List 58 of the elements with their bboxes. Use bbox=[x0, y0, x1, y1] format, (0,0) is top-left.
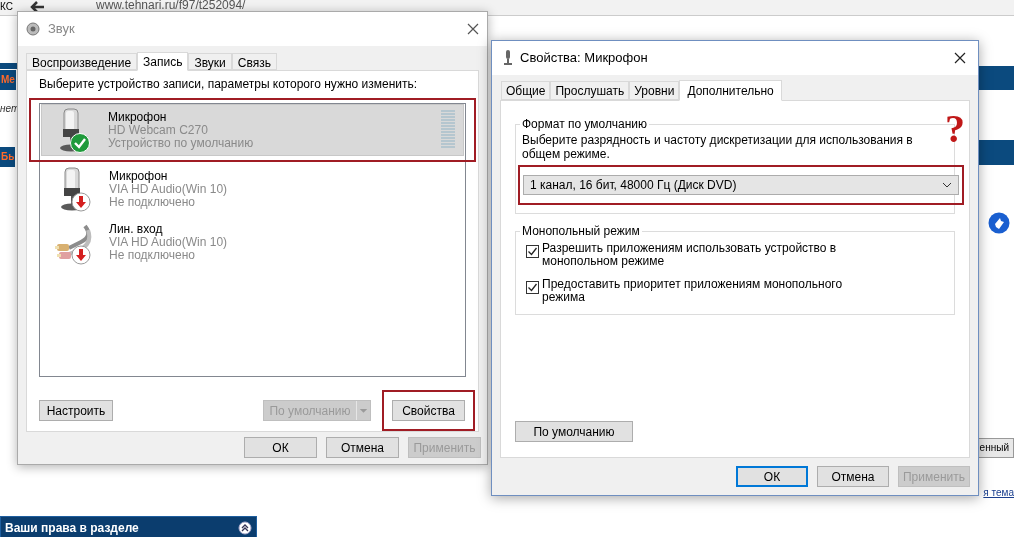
page-text-fragment: Бь bbox=[0, 147, 16, 167]
device-name: Лин. вход bbox=[109, 222, 163, 236]
cable-plug-icon bbox=[55, 222, 93, 262]
dialog-button[interactable]: ОК bbox=[244, 437, 317, 458]
checkbox-label: Предоставить приоритет приложениям монопольного режима bbox=[542, 278, 844, 304]
chevron-down-icon bbox=[942, 182, 952, 188]
device-row[interactable]: Лин. вход VIA HD Audio(Win 10) Не подключено bbox=[43, 216, 462, 268]
close-icon[interactable] bbox=[467, 23, 479, 35]
device-name: Микрофон bbox=[109, 169, 169, 183]
instruction-text: Выберите устройство записи, параметры которого нужно изменить: bbox=[39, 76, 419, 93]
checkbox[interactable] bbox=[526, 281, 539, 294]
speaker-icon bbox=[26, 22, 40, 36]
device-status: Устройство по умолчанию bbox=[108, 136, 255, 150]
page-header-bar bbox=[0, 63, 17, 69]
device-status: Не подключено bbox=[109, 248, 195, 262]
page-text-fragment: Ме bbox=[0, 70, 16, 90]
address-url[interactable]: www.tehnari.ru/f97/t252094/ bbox=[96, 0, 246, 11]
device-row[interactable]: Микрофон VIA HD Audio(Win 10) Не подключено bbox=[43, 163, 462, 215]
tab[interactable]: Общие bbox=[501, 81, 551, 100]
tab[interactable]: Звуки bbox=[188, 53, 232, 70]
group-title: Монопольный режим bbox=[521, 223, 641, 240]
tab[interactable]: Уровни bbox=[629, 81, 680, 100]
checkbox-label: Разрешить приложениям использовать устройство в монопольном режиме bbox=[542, 242, 838, 268]
microphone-icon bbox=[504, 50, 512, 66]
panel-title: Ваши права в разделе bbox=[5, 520, 139, 537]
page-text-fragment[interactable]: я тема bbox=[983, 484, 1014, 504]
tab[interactable]: Запись bbox=[137, 52, 189, 71]
group-title: Формат по умолчанию bbox=[521, 116, 648, 133]
tab[interactable]: Связь bbox=[231, 53, 277, 70]
question-mark: ? bbox=[945, 109, 965, 149]
page-header-bar bbox=[979, 140, 1014, 165]
tab[interactable]: Дополнительно bbox=[679, 80, 782, 101]
tab[interactable]: Воспроизведение bbox=[26, 53, 138, 70]
device-driver: VIA HD Audio(Win 10) bbox=[109, 235, 229, 249]
checkbox[interactable] bbox=[526, 245, 539, 258]
device-name: Микрофон bbox=[108, 110, 167, 124]
window-title: Звук bbox=[48, 20, 76, 39]
restore-defaults-button[interactable]: По умолчанию bbox=[515, 421, 633, 442]
back-icon[interactable] bbox=[28, 0, 46, 14]
device-driver: HD Webcam C270 bbox=[108, 123, 209, 137]
dialog-button[interactable]: Отмена bbox=[326, 437, 399, 458]
format-dropdown[interactable]: 1 канал, 16 бит, 48000 Гц (Диск DVD) bbox=[523, 175, 959, 195]
check-icon bbox=[70, 133, 90, 153]
dialog-button[interactable]: ОК bbox=[736, 466, 808, 487]
page-text-fragment: КС bbox=[0, 0, 13, 14]
device-driver: VIA HD Audio(Win 10) bbox=[109, 182, 229, 196]
collapse-icon[interactable] bbox=[238, 521, 252, 535]
level-meter-icon bbox=[441, 110, 455, 150]
dialog-button[interactable]: Отмена bbox=[817, 466, 889, 487]
format-description: Выберите разрядность и частоту дискретизации для использования в общем режиме. bbox=[522, 133, 914, 161]
close-icon[interactable] bbox=[954, 52, 966, 64]
configure-button[interactable]: Настроить bbox=[39, 400, 113, 421]
device-row[interactable]: Микрофон HD Webcam C270 Устройство по умолчанию bbox=[41, 104, 464, 156]
window-title: Свойства: Микрофон bbox=[520, 49, 649, 68]
tab[interactable]: Прослушать bbox=[550, 81, 630, 100]
properties-button[interactable]: Свойства bbox=[392, 400, 465, 421]
device-status: Не подключено bbox=[109, 195, 195, 209]
page-header-bar bbox=[979, 66, 1014, 90]
